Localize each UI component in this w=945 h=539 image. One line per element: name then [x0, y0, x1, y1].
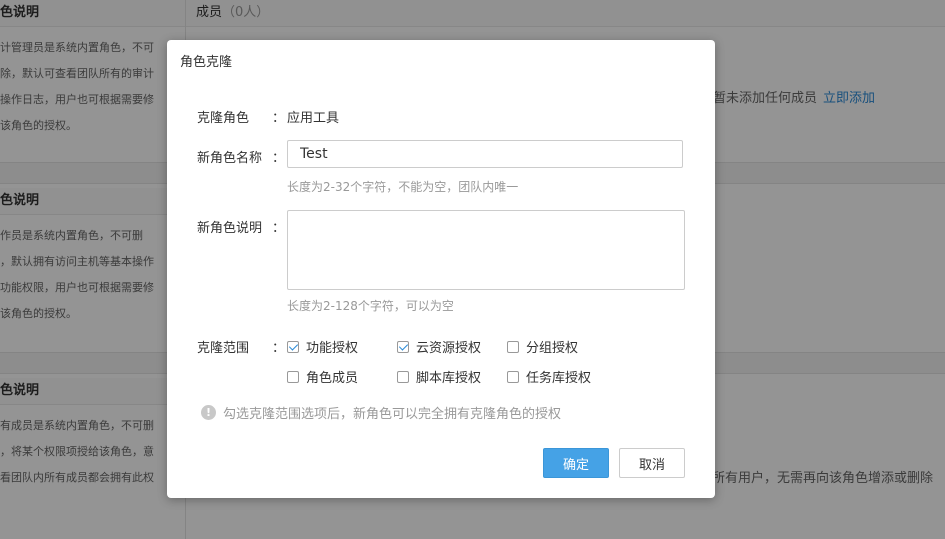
checkbox-icon[interactable] — [507, 370, 519, 383]
scope-checkbox-task-library[interactable]: 任务库授权 — [507, 367, 591, 386]
checkbox-label: 分组授权 — [526, 341, 579, 356]
colon: ： — [272, 341, 286, 356]
new-role-name-input[interactable] — [287, 140, 683, 168]
clone-role-value: 应用工具 — [287, 111, 340, 126]
checkbox-icon[interactable] — [507, 340, 519, 353]
checkbox-icon[interactable] — [397, 370, 409, 383]
scope-checkbox-members[interactable]: 角色成员 — [287, 367, 358, 386]
checkbox-label: 任务库授权 — [526, 371, 592, 386]
cancel-button[interactable]: 取消 — [619, 448, 685, 478]
dialog-title: 角色克隆 — [180, 55, 233, 70]
new-name-label: 新角色名称 — [197, 151, 263, 166]
scope-label: 克隆范围 — [197, 341, 250, 356]
info-icon: ! — [201, 405, 216, 420]
colon: ： — [272, 221, 286, 236]
checkbox-label: 云资源授权 — [416, 341, 482, 356]
colon: ： — [272, 151, 286, 166]
scope-checkbox-cloud[interactable]: 云资源授权 — [397, 337, 481, 356]
scope-checkbox-function[interactable]: 功能授权 — [287, 337, 358, 356]
new-desc-label: 新角色说明 — [197, 221, 263, 236]
checkbox-icon[interactable] — [287, 340, 299, 353]
scope-checkbox-group[interactable]: 分组授权 — [507, 337, 578, 356]
confirm-button[interactable]: 确定 — [543, 448, 609, 478]
checkbox-icon[interactable] — [287, 370, 299, 383]
scope-info-tip: ! 勾选克隆范围选项后，新角色可以完全拥有克隆角色的授权 — [201, 403, 561, 422]
clone-role-dialog: 角色克隆 克隆角色 ： 应用工具 新角色名称 ： 长度为2-32个字符，不能为空… — [167, 40, 715, 498]
info-text: 勾选克隆范围选项后，新角色可以完全拥有克隆角色的授权 — [223, 407, 562, 422]
colon: ： — [272, 111, 286, 126]
checkbox-label: 角色成员 — [306, 371, 359, 386]
checkbox-label: 功能授权 — [306, 341, 359, 356]
new-name-hint: 长度为2-32个字符，不能为空，团队内唯一 — [287, 180, 519, 194]
checkbox-icon[interactable] — [397, 340, 409, 353]
checkbox-label: 脚本库授权 — [416, 371, 482, 386]
new-desc-hint: 长度为2-128个字符，可以为空 — [287, 299, 454, 313]
scope-checkbox-script-library[interactable]: 脚本库授权 — [397, 367, 481, 386]
clone-role-label: 克隆角色 — [197, 111, 250, 126]
new-role-description-input[interactable] — [287, 210, 685, 290]
